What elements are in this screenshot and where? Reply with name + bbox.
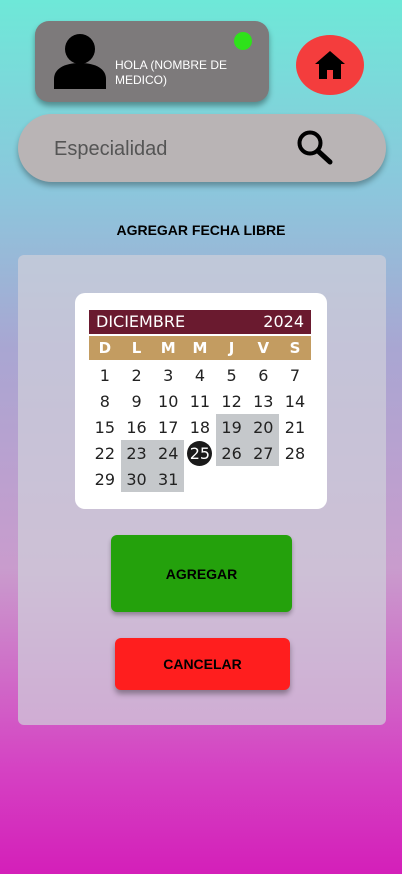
- calendar-day-number: 9: [131, 391, 142, 411]
- calendar-day[interactable]: 30: [120, 466, 153, 492]
- calendar-day[interactable]: 29: [89, 466, 121, 492]
- online-status-dot: [234, 32, 252, 50]
- calendar-day[interactable]: 31: [152, 466, 185, 492]
- doctor-greeting: HOLA (NOMBRE DE MEDICO): [115, 58, 228, 87]
- calendar-day-number: 22: [94, 443, 116, 463]
- calendar-day[interactable]: 9: [121, 388, 153, 414]
- calendar-day[interactable]: 26: [215, 440, 248, 466]
- search-icon[interactable]: [296, 130, 334, 166]
- calendar-day-number: 20: [253, 417, 274, 437]
- weekday-label: M: [160, 339, 176, 357]
- calendar-day[interactable]: 28: [279, 440, 311, 466]
- weekday-label: D: [98, 339, 112, 357]
- calendar-day-number: 6: [258, 365, 269, 385]
- calendar-day-number: 28: [284, 443, 306, 463]
- calendar-day[interactable]: 16: [121, 414, 153, 440]
- weekday-label: M: [192, 339, 208, 357]
- calendar-day[interactable]: 2: [121, 362, 153, 388]
- calendar-day[interactable]: 13: [247, 388, 279, 414]
- add-button[interactable]: AGREGAR: [111, 535, 292, 612]
- calendar-day-number: 14: [284, 391, 306, 411]
- calendar-day-number: 31: [158, 469, 179, 489]
- calendar-day[interactable]: 19: [215, 414, 248, 440]
- calendar-year: 2024: [263, 312, 304, 331]
- calendar-day[interactable]: 7: [279, 362, 311, 388]
- calendar-day-number: 12: [221, 391, 242, 411]
- weekday-label: J: [228, 339, 235, 357]
- calendar-day[interactable]: 14: [279, 388, 311, 414]
- weekday-label: S: [289, 339, 301, 357]
- cancel-button[interactable]: CANCELAR: [115, 638, 290, 690]
- search-bar: [18, 114, 386, 182]
- calendar-day[interactable]: 10: [152, 388, 184, 414]
- calendar-day[interactable]: 6: [247, 362, 279, 388]
- calendar-day-number: 11: [189, 391, 211, 411]
- calendar-day[interactable]: 23: [120, 440, 153, 466]
- calendar-day[interactable]: 11: [184, 388, 216, 414]
- calendar-weekdays: D L M M J V S: [89, 336, 311, 360]
- calendar-day[interactable]: 21: [279, 414, 311, 440]
- calendar-day[interactable]: 22: [89, 440, 121, 466]
- calendar-month: DICIEMBRE: [96, 312, 186, 331]
- calendar-day-number: 24: [158, 443, 179, 463]
- calendar-day[interactable]: 5: [216, 362, 248, 388]
- calendar-day-number: 30: [126, 469, 147, 489]
- calendar-day[interactable]: 8: [89, 388, 121, 414]
- calendar-day[interactable]: 25: [184, 440, 216, 466]
- calendar-day-number: 7: [289, 365, 301, 385]
- profile-card[interactable]: HOLA (NOMBRE DE MEDICO): [35, 21, 269, 102]
- calendar-day-number: 23: [126, 443, 147, 463]
- calendar-day-number: 19: [221, 417, 242, 437]
- calendar-day-number: 13: [253, 391, 274, 411]
- calendar-day-number: 21: [284, 417, 306, 437]
- add-date-panel: DICIEMBRE 2024 D L M M J V S 1 2 3 4 5 6 7 8 9 10…: [18, 255, 386, 725]
- calendar-day-number: 26: [221, 443, 242, 463]
- calendar-day-number: 3: [163, 365, 174, 385]
- calendar-day-number: 15: [94, 417, 116, 437]
- calendar-day-number: 1: [99, 365, 110, 385]
- calendar-day[interactable]: 17: [152, 414, 184, 440]
- specialty-search-input[interactable]: [52, 132, 276, 166]
- calendar-day[interactable]: 15: [89, 414, 121, 440]
- home-button[interactable]: [296, 35, 364, 95]
- calendar-day[interactable]: 1: [89, 362, 121, 388]
- calendar-day-number: 2: [131, 365, 142, 385]
- person-icon: [54, 34, 106, 89]
- calendar-day[interactable]: 27: [247, 440, 280, 466]
- weekday-label: V: [257, 339, 270, 357]
- calendar-day-number: 29: [94, 469, 116, 489]
- calendar-day-number: 17: [158, 417, 179, 437]
- calendar-day-number: 10: [158, 391, 179, 411]
- calendar-day[interactable]: 3: [152, 362, 184, 388]
- calendar-day[interactable]: 12: [216, 388, 248, 414]
- calendar-day-number: 4: [194, 365, 205, 385]
- page-title: AGREGAR FECHA LIBRE: [116, 222, 286, 238]
- calendar-day-number: 16: [126, 417, 147, 437]
- home-icon: [315, 51, 345, 79]
- calendar-header: DICIEMBRE 2024: [89, 310, 311, 334]
- calendar-day[interactable]: 4: [184, 362, 216, 388]
- calendar: DICIEMBRE 2024 D L M M J V S 1 2 3 4 5 6 7 8 9 10…: [75, 293, 327, 509]
- calendar-day-number: 25: [187, 440, 213, 466]
- calendar-day[interactable]: 24: [152, 440, 185, 466]
- calendar-days-grid: 1 2 3 4 5 6 7 8 9 10 11 12 13 14 15 16 17 18 19 20 21 22 23 24 2…: [89, 362, 311, 492]
- weekday-label: L: [131, 339, 142, 357]
- calendar-day-number: 5: [226, 365, 237, 385]
- calendar-day-number: 27: [253, 443, 274, 463]
- calendar-day[interactable]: 18: [184, 414, 216, 440]
- calendar-day[interactable]: 20: [247, 414, 280, 440]
- calendar-day-number: 8: [99, 391, 110, 411]
- calendar-day-number: 18: [189, 417, 211, 437]
